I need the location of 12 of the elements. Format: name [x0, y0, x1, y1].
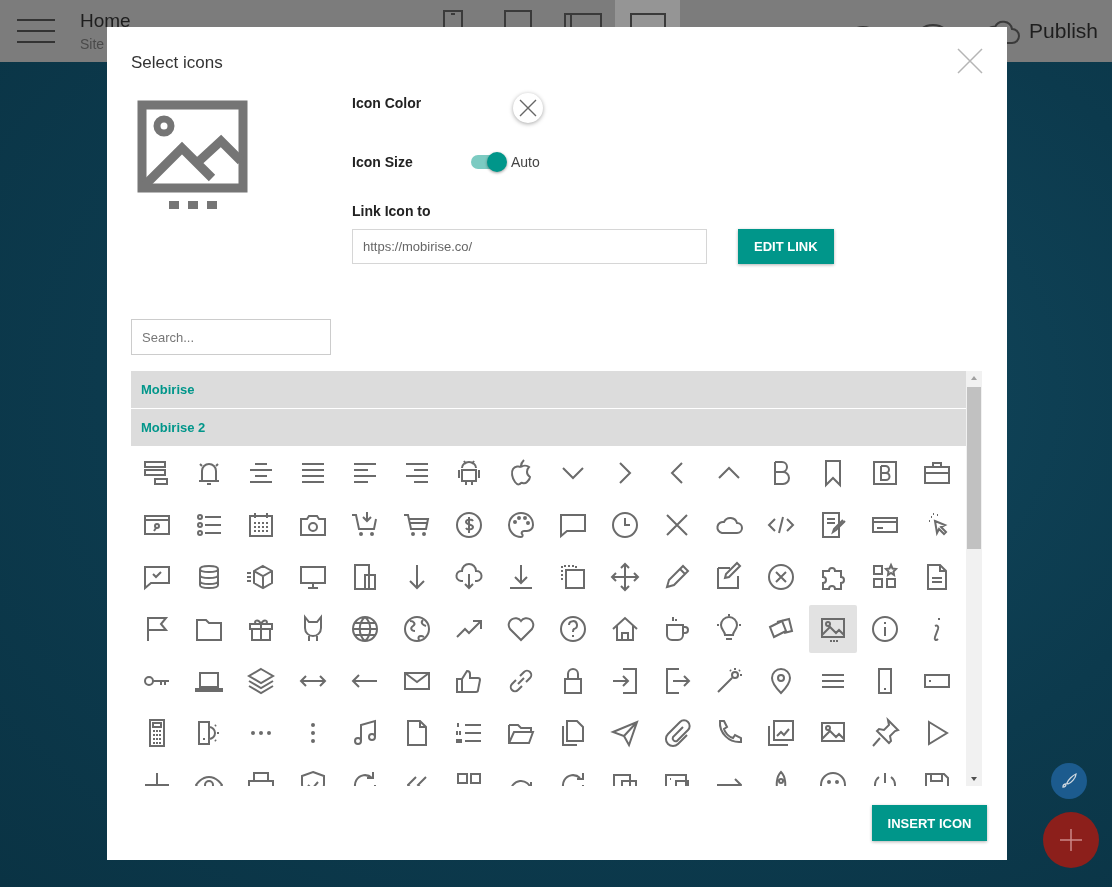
edit-link-button[interactable]: EDIT LINK — [738, 229, 834, 264]
page-title: Home — [80, 10, 132, 32]
insert-icon-button[interactable]: INSERT ICON — [872, 805, 987, 841]
group-header[interactable]: Mobirise 2 — [131, 409, 966, 446]
field-label: Icon Color — [352, 94, 423, 111]
dialog-title: Select icons — [131, 53, 223, 73]
field-label: Icon Size — [352, 154, 414, 170]
field-label: Link Icon to — [352, 203, 432, 219]
search-field[interactable]: Search... — [131, 319, 331, 355]
toggle-label: Auto — [511, 154, 540, 170]
group-header[interactable]: Mobirise — [131, 371, 966, 408]
link-field[interactable]: https://mobirise.co/ — [352, 229, 707, 264]
